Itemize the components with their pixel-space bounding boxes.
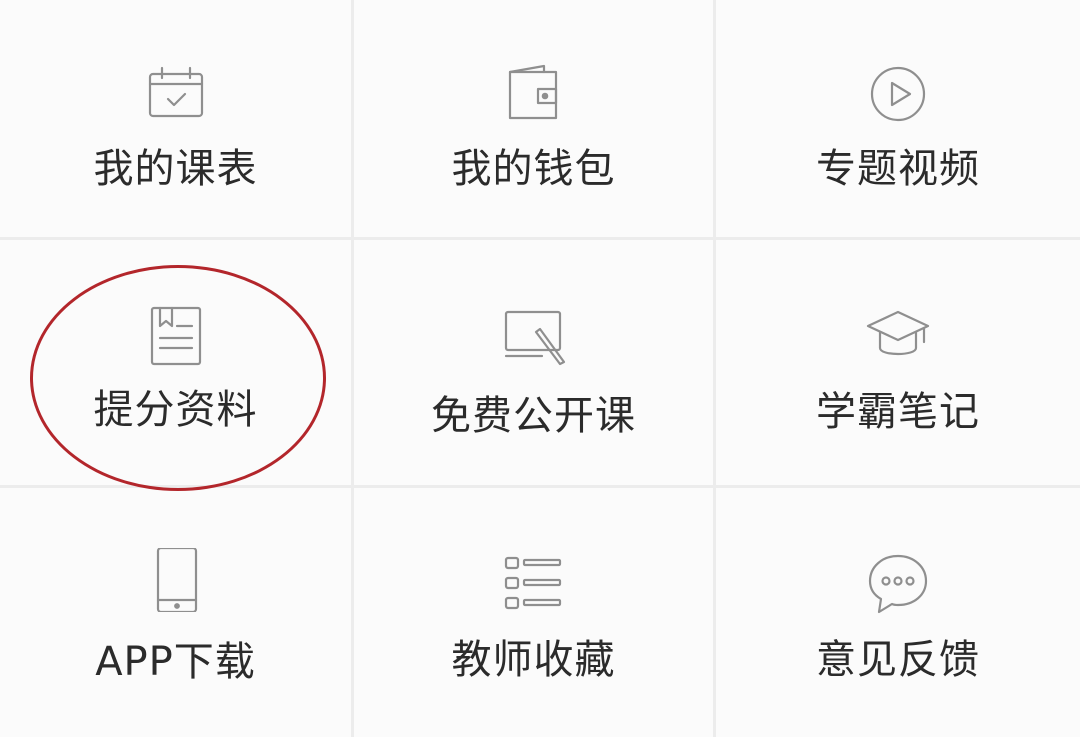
menu-item-label: 提分资料 [93, 387, 258, 433]
mobile-phone-icon [144, 548, 208, 612]
menu-item-materials[interactable]: 提分资料 [0, 240, 354, 488]
menu-grid: 我的课表 我的钱包 专题视频 提分资料 免费公开课 学霸笔记 APP下载 教师收… [0, 0, 1080, 737]
menu-item-teacher-favorites[interactable]: 教师收藏 [354, 488, 716, 737]
bookmark-document-icon [144, 304, 208, 368]
menu-item-label: 意见反馈 [816, 637, 980, 683]
menu-item-videos[interactable]: 专题视频 [716, 0, 1080, 240]
menu-item-free-course[interactable]: 免费公开课 [354, 240, 716, 488]
menu-item-label: 专题视频 [816, 146, 980, 192]
wallet-icon [502, 62, 566, 126]
menu-item-label: 我的钱包 [451, 146, 616, 192]
chat-bubble-icon [866, 552, 930, 616]
menu-item-label: 免费公开课 [431, 393, 636, 439]
menu-item-schedule[interactable]: 我的课表 [0, 0, 354, 240]
laptop-pen-icon [502, 308, 566, 372]
list-icon [502, 552, 566, 616]
menu-item-label: 教师收藏 [451, 637, 616, 683]
menu-item-app-download[interactable]: APP下载 [0, 488, 354, 737]
menu-item-label: 我的课表 [93, 146, 258, 192]
menu-item-wallet[interactable]: 我的钱包 [354, 0, 716, 240]
menu-item-label: APP下载 [95, 639, 256, 685]
play-circle-icon [866, 62, 930, 126]
menu-item-notes[interactable]: 学霸笔记 [716, 240, 1080, 488]
calendar-check-icon [144, 62, 208, 126]
menu-item-feedback[interactable]: 意见反馈 [716, 488, 1080, 737]
graduation-cap-icon [866, 304, 930, 368]
menu-item-label: 学霸笔记 [816, 389, 980, 435]
